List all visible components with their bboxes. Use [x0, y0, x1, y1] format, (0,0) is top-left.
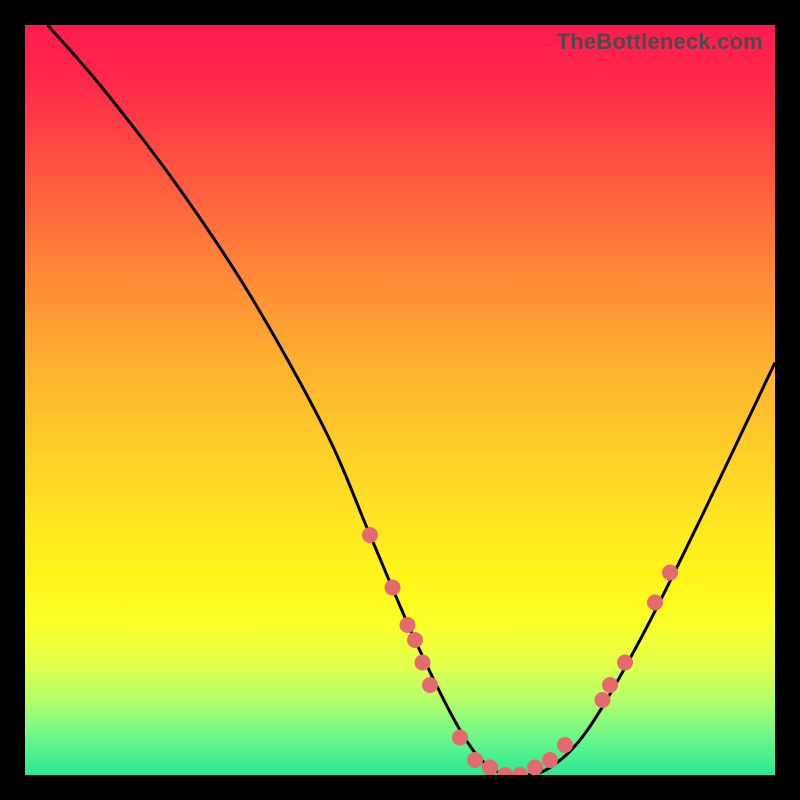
data-marker	[595, 692, 611, 708]
bottleneck-curve	[48, 25, 776, 775]
data-marker	[452, 730, 468, 746]
data-marker	[415, 655, 431, 671]
data-marker	[647, 595, 663, 611]
data-marker	[467, 752, 483, 768]
data-marker	[557, 737, 573, 753]
data-marker	[602, 677, 618, 693]
data-marker	[527, 760, 543, 776]
data-marker	[542, 752, 558, 768]
data-marker	[662, 565, 678, 581]
data-marker	[362, 527, 378, 543]
plot-area: TheBottleneck.com	[25, 25, 775, 775]
data-marker	[512, 767, 528, 775]
watermark-text: TheBottleneck.com	[557, 29, 763, 55]
data-marker	[422, 677, 438, 693]
data-marker	[617, 655, 633, 671]
data-marker	[400, 617, 416, 633]
chart-frame: TheBottleneck.com	[25, 25, 775, 775]
data-marker	[407, 632, 423, 648]
data-marker	[497, 767, 513, 775]
data-marker	[385, 580, 401, 596]
marker-group	[362, 527, 678, 775]
data-marker	[482, 760, 498, 776]
chart-svg	[25, 25, 775, 775]
